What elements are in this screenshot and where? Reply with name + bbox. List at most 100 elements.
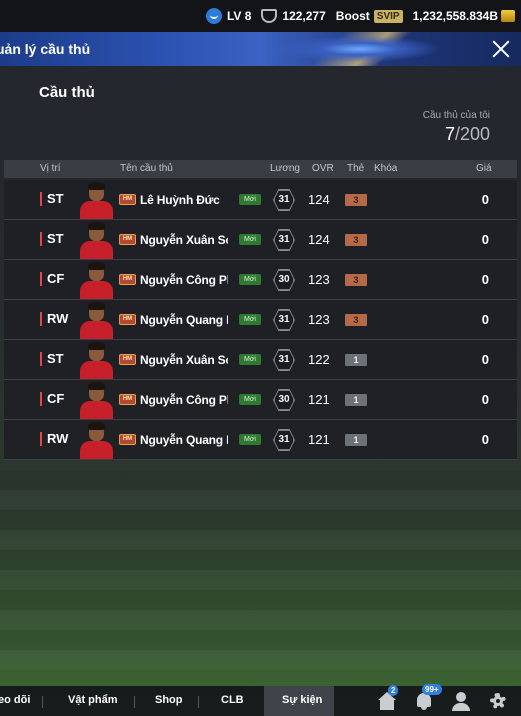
boost-indicator[interactable]: Boost SVIP xyxy=(336,9,403,23)
player-name: Nguyễn Xuân Son xyxy=(140,233,228,247)
column-card[interactable]: Thẻ xyxy=(347,163,364,174)
player-price: 0 xyxy=(481,272,489,287)
player-ovr: 121 xyxy=(308,392,330,407)
column-lock[interactable]: Khóa xyxy=(374,163,397,174)
player-avatar xyxy=(78,262,114,299)
player-name: Lê Huỳnh Đức xyxy=(140,193,220,207)
new-badge: Mới xyxy=(239,314,261,325)
new-badge: Mới xyxy=(239,194,261,205)
player-avatar xyxy=(78,422,114,459)
new-badge: Mới xyxy=(239,234,261,245)
player-position: RW xyxy=(40,312,68,326)
player-name: Nguyễn Công Phư xyxy=(140,393,228,407)
new-badge: Mới xyxy=(239,274,261,285)
status-bar: LV 8 122,277 Boost SVIP 1,232,558.834B xyxy=(0,0,521,32)
page-header: uản lý cầu thủ xyxy=(0,32,521,66)
level-text: LV 8 xyxy=(226,9,252,23)
player-position: ST xyxy=(40,192,64,206)
player-avatar xyxy=(78,342,114,379)
player-position: CF xyxy=(40,272,64,286)
close-button[interactable] xyxy=(489,37,513,61)
nav-items[interactable]: Vật phẩm xyxy=(68,694,118,706)
player-ovr: 123 xyxy=(308,312,330,327)
card-grade: 3 xyxy=(345,314,367,326)
nav-club[interactable]: CLB xyxy=(221,694,244,706)
player-price: 0 xyxy=(481,392,489,407)
player-name: Nguyễn Quang Hả xyxy=(140,313,228,327)
player-avatar xyxy=(78,382,114,419)
table-row[interactable]: RW HM Nguyễn Quang Hả Mới 31 123 3 0 xyxy=(4,300,517,340)
player-position: ST xyxy=(40,352,64,366)
user-icon[interactable] xyxy=(451,691,471,711)
season-badge: HM xyxy=(119,434,136,445)
nav-divider xyxy=(42,696,43,708)
season-badge: HM xyxy=(119,274,136,285)
nav-events[interactable]: Sự kiện xyxy=(282,694,322,706)
level-indicator: LV 8 xyxy=(205,8,252,24)
player-price: 0 xyxy=(481,312,489,327)
notification-badge: 99+ xyxy=(422,684,442,695)
player-ovr: 124 xyxy=(308,232,330,247)
player-name: Nguyễn Xuân Son xyxy=(140,353,228,367)
column-ovr[interactable]: OVR xyxy=(312,163,334,174)
card-grade: 3 xyxy=(345,234,367,246)
player-position: CF xyxy=(40,392,64,406)
player-position: RW xyxy=(40,432,68,446)
column-salary[interactable]: Lương xyxy=(270,163,300,174)
season-badge: HM xyxy=(119,354,136,365)
table-row[interactable]: ST HM Nguyễn Xuân Son Mới 31 122 1 0 xyxy=(4,340,517,380)
bottom-navigation: eo dõi Vật phẩm Shop CLB Sự kiện 2 99+ xyxy=(0,684,521,716)
my-players-label: Cầu thủ của tôi xyxy=(422,110,490,121)
header-decoration xyxy=(255,32,445,66)
gear-icon[interactable] xyxy=(488,691,508,711)
coin-icon xyxy=(501,10,515,22)
card-grade: 1 xyxy=(345,394,367,406)
currency-indicator: 1,232,558.834B xyxy=(413,9,515,23)
nav-shop[interactable]: Shop xyxy=(155,694,183,706)
column-position[interactable]: Vị trí xyxy=(40,163,61,174)
season-badge: HM xyxy=(119,234,136,245)
card-grade: 1 xyxy=(345,434,367,446)
table-row[interactable]: CF HM Nguyễn Công Phư Mới 30 123 3 0 xyxy=(4,260,517,300)
player-list: ST HM Lê Huỳnh Đức Mới 31 124 3 0 ST HM … xyxy=(4,180,517,460)
my-players-count: 7/200 xyxy=(445,124,490,145)
season-badge: HM xyxy=(119,394,136,405)
new-badge: Mới xyxy=(239,394,261,405)
boost-label: Boost xyxy=(335,9,370,23)
section-title: Cầu thủ xyxy=(39,84,95,101)
trophy-icon xyxy=(261,9,278,23)
season-badge: HM xyxy=(119,194,136,205)
card-grade: 1 xyxy=(345,354,367,366)
nav-divider xyxy=(134,696,135,708)
player-ovr: 124 xyxy=(308,192,330,207)
trophy-count: 122,277 xyxy=(282,9,326,23)
trophy-indicator: 122,277 xyxy=(261,9,326,23)
svip-badge: SVIP xyxy=(373,9,403,23)
player-ovr: 121 xyxy=(308,432,330,447)
my-players-total: /200 xyxy=(454,124,490,144)
new-badge: Mới xyxy=(239,354,261,365)
player-position: ST xyxy=(40,232,64,246)
nav-divider xyxy=(198,696,199,708)
player-ovr: 123 xyxy=(308,272,330,287)
player-price: 0 xyxy=(481,192,489,207)
nav-follow[interactable]: eo dõi xyxy=(0,694,30,706)
card-grade: 3 xyxy=(345,274,367,286)
card-grade: 3 xyxy=(345,194,367,206)
table-row[interactable]: RW HM Nguyễn Quang Hả Mới 31 121 1 0 xyxy=(4,420,517,460)
player-name: Nguyễn Quang Hả xyxy=(140,433,228,447)
player-price: 0 xyxy=(481,432,489,447)
table-row[interactable]: ST HM Nguyễn Xuân Son Mới 31 124 3 0 xyxy=(4,220,517,260)
column-name[interactable]: Tên cầu thủ xyxy=(120,163,173,174)
column-price[interactable]: Giá xyxy=(476,163,492,174)
player-price: 0 xyxy=(481,232,489,247)
player-name: Nguyễn Công Phư xyxy=(140,273,228,287)
table-row[interactable]: CF HM Nguyễn Công Phư Mới 30 121 1 0 xyxy=(4,380,517,420)
table-row[interactable]: ST HM Lê Huỳnh Đức Mới 31 124 3 0 xyxy=(4,180,517,220)
pitch-stripes xyxy=(0,470,521,670)
player-ovr: 122 xyxy=(308,352,330,367)
player-avatar xyxy=(78,222,114,259)
page-title: uản lý cầu thủ xyxy=(0,41,91,57)
player-price: 0 xyxy=(481,352,489,367)
player-avatar xyxy=(78,182,114,219)
